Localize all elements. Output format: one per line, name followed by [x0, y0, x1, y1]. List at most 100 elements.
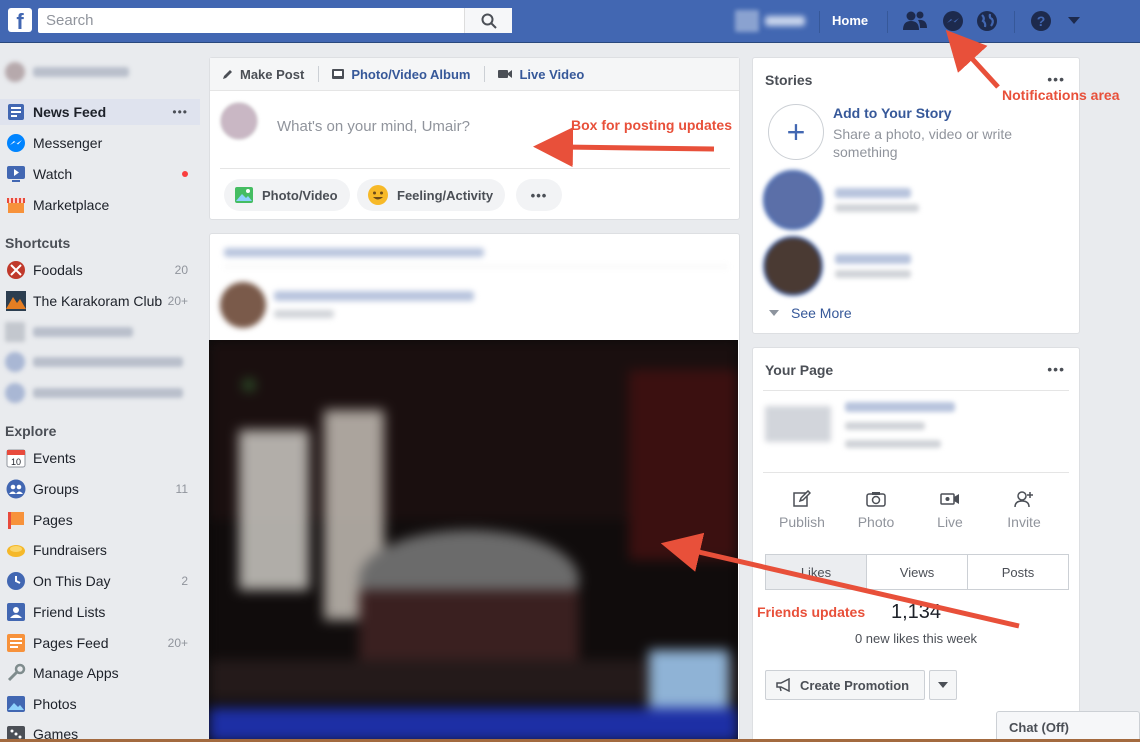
- chat-bar[interactable]: Chat (Off): [996, 711, 1140, 742]
- blurred-shortcut[interactable]: [5, 322, 133, 342]
- sidebar-item-label: Photos: [33, 696, 77, 712]
- tab-make-post[interactable]: Make Post: [222, 67, 304, 82]
- sidebar-item-photos[interactable]: Photos: [0, 691, 200, 717]
- on-this-day-icon: [5, 570, 27, 592]
- status-input[interactable]: What's on your mind, Umair?: [277, 118, 470, 135]
- panel-title: Your Page: [765, 362, 834, 378]
- profile-shortcut[interactable]: [735, 8, 813, 34]
- page-logo-blurred[interactable]: [765, 406, 831, 442]
- album-icon: [332, 69, 345, 79]
- sidebar-item-marketplace[interactable]: Marketplace: [0, 192, 200, 218]
- sidebar-item-label: Watch: [33, 166, 73, 182]
- sidebar-item-pages-feed[interactable]: Pages Feed 20+: [0, 630, 200, 656]
- sidebar-item-fundraisers[interactable]: Fundraisers: [0, 537, 200, 563]
- live-action[interactable]: Live: [915, 488, 985, 530]
- tab-posts[interactable]: Posts: [968, 555, 1068, 589]
- sidebar-item-label: On This Day: [33, 573, 111, 589]
- button-label: Feeling/Activity: [397, 187, 494, 203]
- sidebar-item-pages[interactable]: Pages: [0, 507, 200, 533]
- tab-live-video[interactable]: Live Video: [497, 67, 584, 82]
- divider: [1014, 11, 1015, 33]
- photo-action[interactable]: Photo: [841, 488, 911, 530]
- story-item-blurred[interactable]: [763, 170, 919, 230]
- messenger-icon[interactable]: [940, 8, 966, 34]
- tab-photo-video-album[interactable]: Photo/Video Album: [331, 67, 470, 82]
- divider: [819, 11, 820, 33]
- annotation-notifications: Notifications area: [1002, 87, 1120, 103]
- avatar: [763, 236, 823, 296]
- profile-link-blurred[interactable]: [5, 62, 129, 82]
- sidebar-item-label: Pages Feed: [33, 635, 109, 651]
- promotion-dropdown-button[interactable]: [929, 670, 957, 700]
- button-label: Photo/Video: [262, 187, 338, 203]
- live-video-icon: [940, 493, 959, 505]
- add-story-description: Share a photo, video or write something: [833, 126, 1012, 160]
- add-story-link[interactable]: Add to Your Story: [833, 105, 951, 121]
- sidebar-item-label: Marketplace: [33, 197, 110, 213]
- sidebar-item-foodals[interactable]: Foodals 20: [0, 257, 200, 283]
- megaphone-icon: [776, 678, 790, 692]
- publish-action[interactable]: Publish: [767, 488, 837, 530]
- section-heading-explore: Explore: [5, 423, 57, 439]
- sidebar-item-friend-lists[interactable]: Friend Lists: [0, 599, 200, 625]
- divider: [484, 66, 486, 82]
- sidebar-item-news-feed[interactable]: News Feed •••: [0, 99, 200, 125]
- page-stats-tabs: Likes Views Posts: [765, 554, 1069, 590]
- sidebar-item-label: Friend Lists: [33, 604, 106, 620]
- blurred-shortcut[interactable]: [5, 352, 183, 372]
- panel-title: Stories: [765, 72, 813, 88]
- photo-video-button[interactable]: Photo/Video: [224, 179, 350, 211]
- more-options-button[interactable]: •••: [516, 179, 562, 211]
- feeling-activity-button[interactable]: Feeling/Activity: [357, 179, 506, 211]
- calendar-icon: 10: [5, 447, 27, 469]
- unread-dot: [182, 171, 188, 177]
- tab-likes[interactable]: Likes: [766, 555, 867, 589]
- story-item-blurred[interactable]: [763, 236, 911, 296]
- pages-feed-icon: [5, 632, 27, 654]
- plus-icon: +: [786, 113, 806, 150]
- avatar: [735, 10, 759, 32]
- help-icon[interactable]: ?: [1028, 8, 1054, 34]
- sidebar-item-label: News Feed: [33, 104, 107, 120]
- more-options-button[interactable]: •••: [1047, 71, 1065, 87]
- news-feed-icon: [5, 101, 27, 123]
- pencil-icon: [223, 70, 232, 79]
- calendar-day: 10: [11, 457, 21, 467]
- camera-icon: [866, 492, 886, 507]
- video-player[interactable]: [209, 340, 738, 742]
- sidebar-item-events[interactable]: 10 Events: [0, 445, 200, 471]
- sidebar-item-manage-apps[interactable]: Manage Apps: [0, 660, 200, 686]
- chevron-down-icon: [938, 682, 948, 688]
- add-story-button[interactable]: +: [768, 104, 824, 160]
- search-icon: [481, 13, 497, 29]
- count-badge: 20+: [167, 294, 188, 308]
- search-button[interactable]: [464, 8, 512, 33]
- see-more-link[interactable]: See More: [769, 305, 852, 321]
- annotation-composer: Box for posting updates: [571, 117, 732, 133]
- friend-lists-icon: [5, 601, 27, 623]
- invite-action[interactable]: Invite: [989, 488, 1059, 530]
- divider: [220, 168, 730, 169]
- facebook-logo[interactable]: f: [8, 8, 32, 32]
- account-menu-caret-icon[interactable]: [1061, 8, 1087, 34]
- search-box[interactable]: [38, 8, 512, 33]
- sidebar-item-label: Foodals: [33, 262, 83, 278]
- tab-label: Photo/Video Album: [351, 66, 471, 82]
- more-options-button[interactable]: •••: [1047, 361, 1065, 377]
- top-navigation-bar: f Home ?: [0, 0, 1140, 43]
- count-badge: 11: [175, 482, 188, 496]
- sidebar-item-watch[interactable]: Watch: [0, 161, 200, 187]
- sidebar-item-on-this-day[interactable]: On This Day 2: [0, 568, 200, 594]
- blurred-shortcut[interactable]: [5, 383, 183, 403]
- search-input[interactable]: [38, 8, 458, 33]
- create-promotion-button[interactable]: Create Promotion: [765, 670, 925, 700]
- sidebar-item-groups[interactable]: Groups 11: [0, 476, 200, 502]
- sidebar-item-karakoram-club[interactable]: The Karakoram Club 20+: [0, 288, 200, 314]
- notifications-globe-icon[interactable]: [974, 8, 1000, 34]
- sidebar-item-messenger[interactable]: Messenger: [0, 130, 200, 156]
- home-link[interactable]: Home: [832, 13, 868, 28]
- tab-views[interactable]: Views: [867, 555, 968, 589]
- friend-requests-icon[interactable]: [902, 8, 928, 34]
- more-options-button[interactable]: •••: [172, 105, 188, 119]
- sidebar-item-label: The Karakoram Club: [33, 293, 163, 309]
